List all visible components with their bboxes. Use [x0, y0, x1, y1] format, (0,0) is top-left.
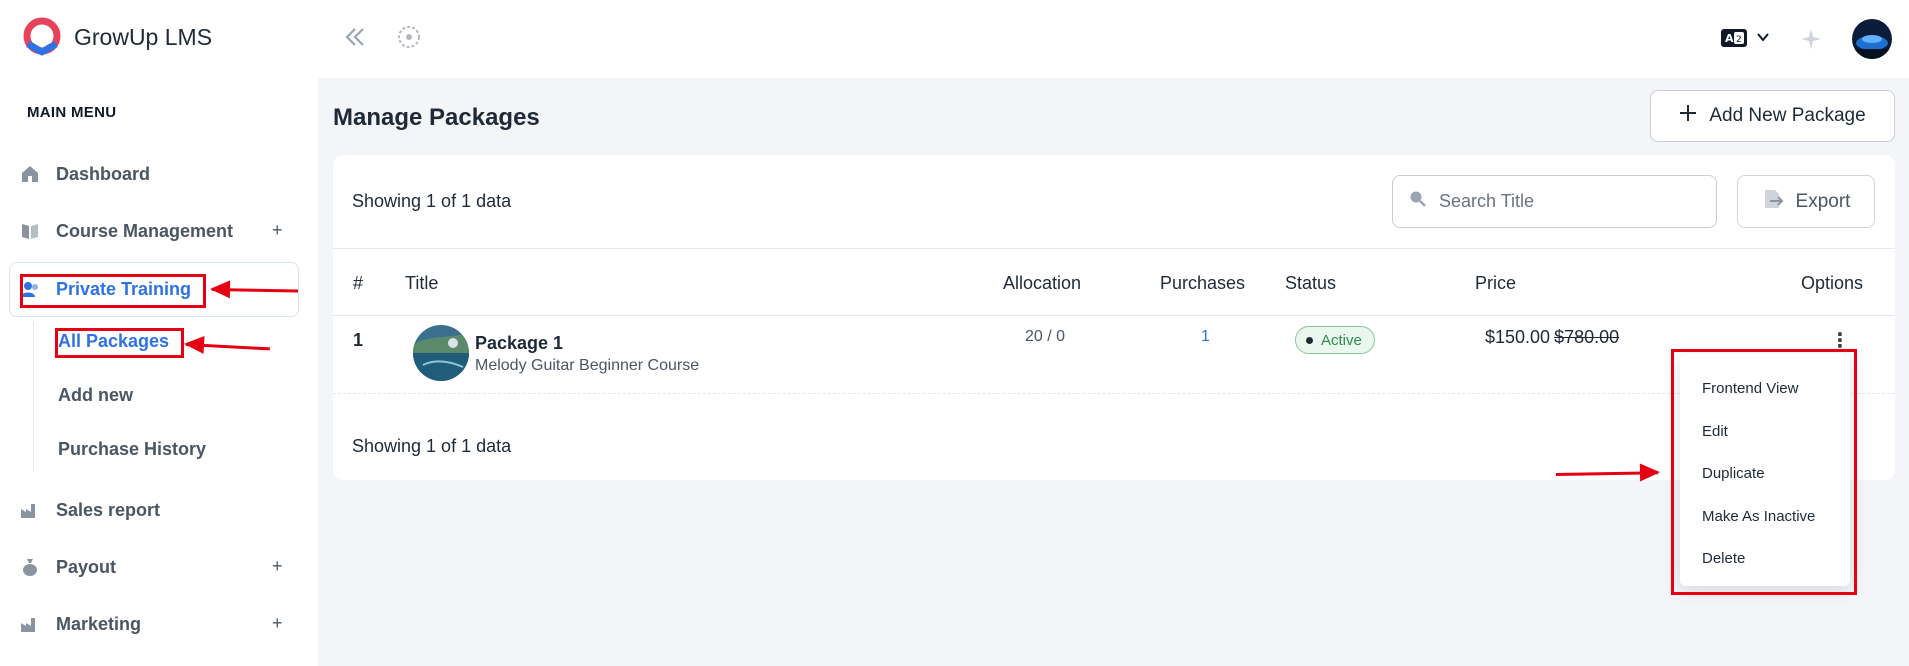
main-menu-label: MAIN MENU [27, 104, 117, 121]
showing-count-top: Showing 1 of 1 data [352, 191, 512, 211]
double-chevron-left-icon[interactable] [342, 24, 368, 55]
expand-icon[interactable]: + [272, 220, 283, 241]
logo-icon [23, 17, 61, 56]
search-input[interactable]: Search Title [1392, 175, 1717, 228]
brand[interactable]: GrowUp LMS [20, 16, 212, 58]
table-header: # Title Allocation Purchases Status Pric… [333, 248, 1895, 316]
column-header-purchases[interactable]: Purchases [1160, 273, 1245, 294]
package-subtitle: Melody Guitar Beginner Course [475, 357, 700, 374]
sidebar-item-label: Marketing [56, 613, 142, 634]
expand-icon[interactable]: + [272, 556, 283, 577]
sidebar-item-label: Course Management [56, 220, 234, 241]
sidebar-item-dashboard[interactable]: Dashboard [20, 159, 150, 189]
svg-text:A: A [1725, 32, 1734, 45]
annotation-box-all-packages [55, 328, 184, 358]
current-price: $150.00 [1485, 327, 1551, 347]
sidebar-item-course-management[interactable]: Course Management [20, 216, 233, 246]
table-row: 1 Package 1 Melody Guitar Beginner Cours… [333, 316, 1895, 394]
status-badge: Active [1295, 326, 1375, 354]
package-thumbnail [413, 325, 469, 381]
old-price: $780.00 [1554, 327, 1620, 347]
column-header-index: # [353, 273, 364, 293]
add-new-package-label: Add New Package [1709, 105, 1866, 126]
factory-icon [20, 500, 40, 520]
column-header-status[interactable]: Status [1285, 273, 1336, 294]
search-icon [1409, 190, 1427, 213]
row-index: 1 [353, 330, 364, 350]
sidebar-item-label: Payout [56, 556, 117, 577]
sidebar-item-label: Dashboard [56, 163, 151, 184]
translate-icon[interactable]: A2 [1720, 27, 1748, 54]
column-header-allocation[interactable]: Allocation [1003, 273, 1081, 294]
home-icon [20, 164, 40, 184]
submenu-line [33, 322, 34, 472]
sidebar-item-sales-report[interactable]: Sales report [20, 495, 160, 525]
annotation-box-dropdown [1671, 349, 1857, 595]
annotation-arrow [185, 343, 270, 351]
add-new-package-button[interactable]: Add New Package [1650, 90, 1895, 142]
sidebar-subitem-purchase-history[interactable]: Purchase History [58, 439, 206, 460]
export-label: Export [1795, 190, 1851, 212]
allocation-value: 20 / 0 [1025, 328, 1066, 345]
status-dot-icon [1306, 336, 1313, 344]
column-header-price[interactable]: Price [1475, 273, 1516, 294]
showing-count-bottom: Showing 1 of 1 data [352, 436, 512, 456]
sidebar-subitem-add-new[interactable]: Add new [58, 385, 133, 406]
sparkle-icon[interactable] [1800, 28, 1822, 55]
sidebar-item-payout[interactable]: Payout [20, 552, 116, 582]
brand-name: GrowUp LMS [74, 23, 213, 50]
sidebar-item-marketing[interactable]: Marketing [20, 609, 141, 639]
purchases-value[interactable]: 1 [1201, 328, 1210, 346]
annotation-box-private-training [20, 274, 206, 308]
book-icon [20, 221, 40, 241]
column-header-options: Options [1801, 273, 1864, 293]
expand-icon[interactable]: + [272, 613, 283, 634]
chevron-down-icon[interactable] [1756, 30, 1770, 49]
page-title: Manage Packages [333, 104, 540, 131]
money-bag-icon [20, 557, 40, 577]
svg-text:2: 2 [1736, 35, 1742, 45]
sidebar-item-label: Sales report [56, 499, 161, 520]
package-title[interactable]: Package 1 [475, 333, 563, 354]
topbar: A2 [318, 0, 1909, 78]
sidebar: GrowUp LMS MAIN MENU Dashboard Course Ma… [0, 0, 318, 666]
price-cell: $150.00 $780.00 [1485, 327, 1619, 348]
export-icon [1762, 188, 1784, 216]
search-placeholder: Search Title [1439, 191, 1535, 211]
plus-icon [1679, 104, 1697, 128]
column-header-title[interactable]: Title [405, 273, 438, 294]
avatar[interactable] [1852, 19, 1892, 59]
factory-icon [20, 614, 40, 634]
globe-icon[interactable] [396, 24, 422, 55]
export-button[interactable]: Export [1737, 175, 1875, 228]
status-label: Active [1321, 331, 1362, 349]
